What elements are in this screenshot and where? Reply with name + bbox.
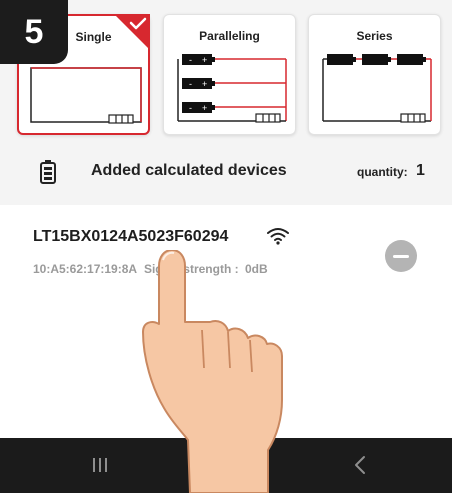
mode-card-paralleling[interactable]: Paralleling - + - + - + (163, 14, 296, 135)
svg-text:+: + (202, 79, 207, 89)
mode-card-series[interactable]: Series (308, 14, 441, 135)
device-mac: 10:A5:62:17:19:8A (33, 262, 137, 276)
svg-text:-: - (189, 79, 192, 89)
svg-text:-: - (189, 55, 192, 65)
remove-device-button[interactable] (385, 240, 417, 272)
parallel-wiring-diagram: - + - + - + (177, 54, 287, 123)
back-icon[interactable] (352, 454, 368, 476)
svg-text:-: - (189, 103, 192, 113)
app-screen: Single Paralleling - + - + - + Series Ad… (0, 0, 452, 493)
added-devices-header: Added calculated devices quantity: 1 (0, 150, 452, 194)
series-wiring-diagram (322, 54, 432, 123)
recents-icon[interactable] (90, 456, 110, 474)
svg-text:+: + (202, 103, 207, 113)
step-number-badge: 5 (0, 0, 68, 64)
quantity-value: 1 (416, 162, 425, 179)
checkmark-icon (114, 14, 150, 50)
device-name: LT15BX0124A5023F60294 (33, 228, 229, 245)
quantity-label: quantity: (357, 165, 408, 179)
mode-label-series: Series (356, 29, 393, 43)
pointing-hand-icon (142, 250, 283, 493)
svg-text:+: + (202, 55, 207, 65)
added-devices-label: Added calculated devices (91, 162, 287, 179)
battery-icon (40, 160, 56, 184)
wifi-icon (267, 228, 289, 245)
mode-label-paralleling: Paralleling (199, 29, 260, 43)
